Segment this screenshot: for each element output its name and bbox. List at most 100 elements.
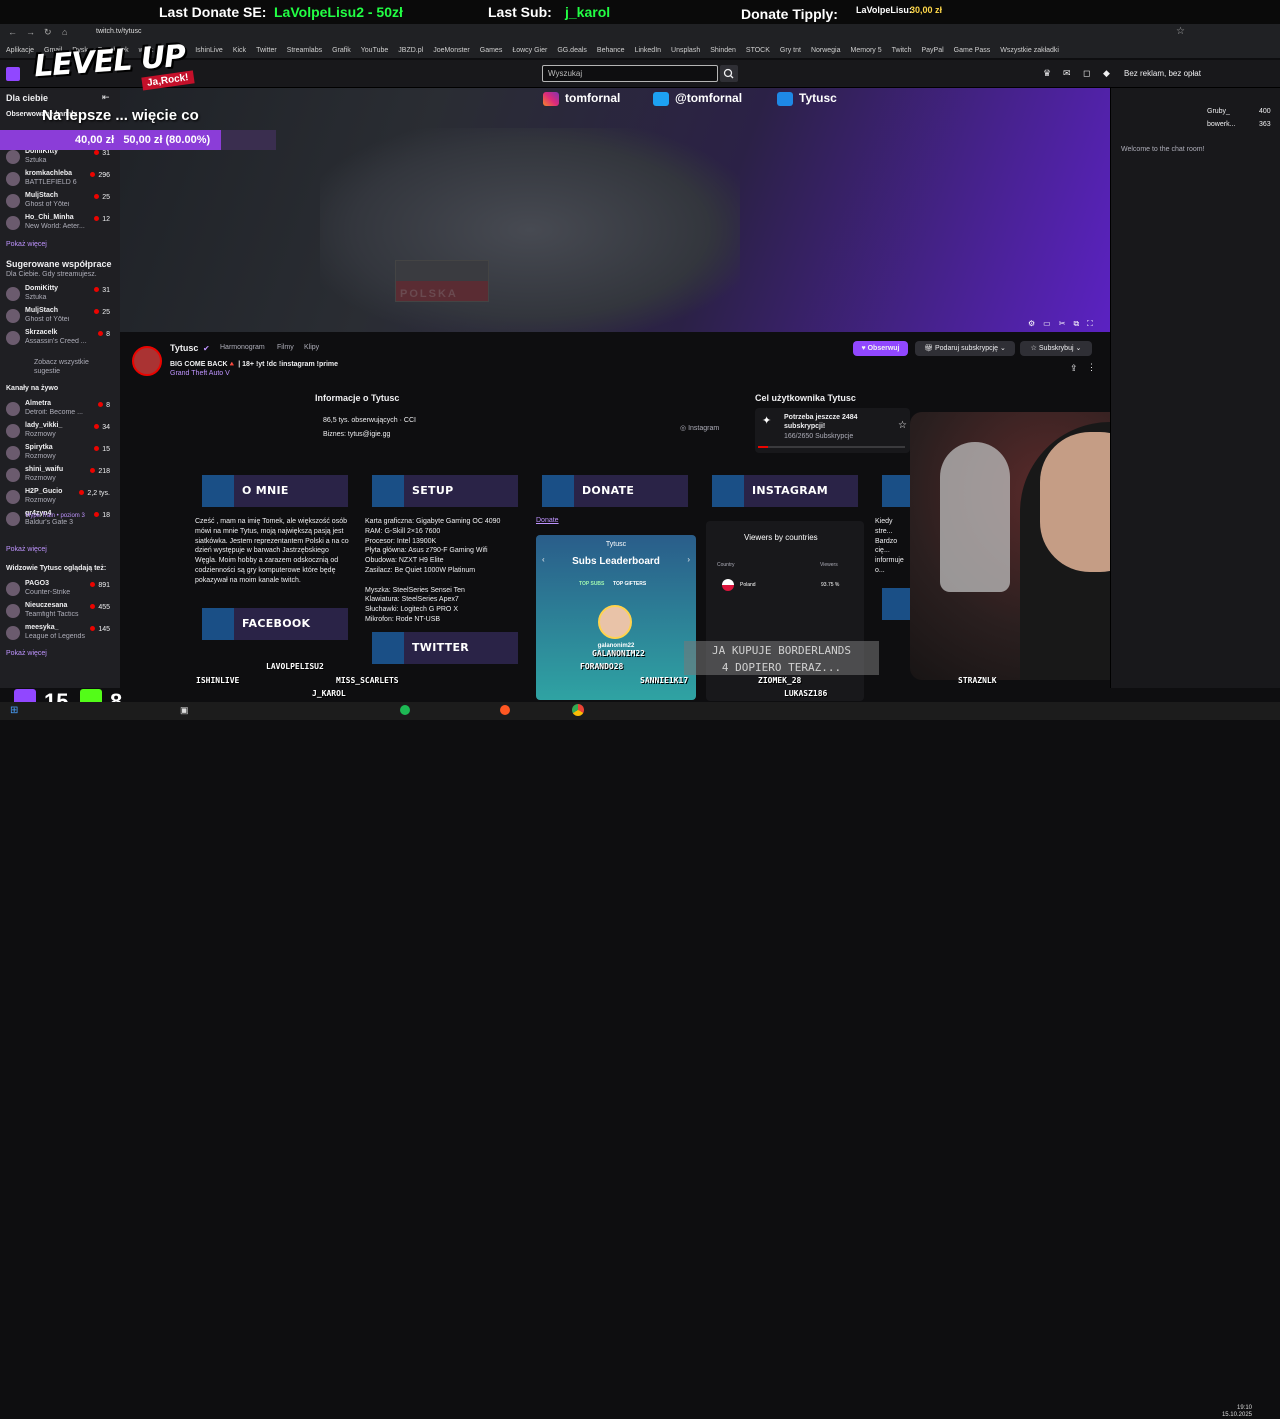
fullscreen-icon[interactable]: ⛶ [1087,319,1093,329]
bookmark-item[interactable]: GG.deals [557,47,587,54]
bookmark-item[interactable]: Games [480,47,503,54]
bookmark-item[interactable]: Unsplash [671,47,700,54]
panel-setup[interactable]: SETUP [372,475,518,507]
bookmark-item[interactable]: JBZD.pl [398,47,423,54]
panel-facebook[interactable]: FACEBOOK [202,608,348,640]
sidebar-channel-also[interactable]: meesyka_ League of Legends 145 [6,624,116,644]
search-button[interactable] [720,65,738,82]
collapse-sidebar-icon[interactable]: ⇤ [102,92,110,103]
more-options-icon[interactable]: ⋮ [1087,362,1096,373]
gift-sub-button[interactable]: 🎁︎ Podaruj subskrypcję ⌄ [915,341,1015,356]
overlay-top-bar: Last Donate SE: LaVolpeLisu2 - 50zł Last… [0,0,1280,24]
chevron-down-icon: ⌄ [1073,345,1082,352]
forward-icon[interactable]: → [26,27,35,37]
bookmark-item[interactable]: Norwegia [811,47,841,54]
reload-icon[interactable]: ↻ [44,27,52,38]
bookmark-item[interactable]: PayPal [921,47,943,54]
bookmark-item[interactable]: YouTube [361,47,389,54]
tab-videos[interactable]: Filmy [277,344,294,351]
bookmark-item[interactable]: Kick [233,47,246,54]
panel-partial[interactable] [882,475,910,507]
bookmark-item[interactable]: Twitch [892,47,912,54]
bookmark-item[interactable]: Grafik [332,47,351,54]
bookmark-item[interactable]: Aplikacje [6,47,34,54]
next-arrow-icon[interactable]: › [687,555,690,564]
show-more-also[interactable]: Pokaż więcej [6,650,47,657]
bookmark-item[interactable]: Wszystkie zakładki [1000,47,1059,54]
channel-game: Rozmowy [25,431,56,438]
bookmark-item[interactable]: Behance [597,47,625,54]
bookmark-item[interactable]: Shinden [710,47,736,54]
sidebar-channel-live[interactable]: Spirytka Rozmowy 15 [6,444,116,464]
tab-clips[interactable]: Klipy [304,344,319,351]
panel-instagram[interactable]: INSTAGRAM [712,475,858,507]
spotify-icon[interactable] [400,705,410,715]
bookmark-item[interactable]: JoeMonster [433,47,470,54]
bookmark-item[interactable]: IshinLive [195,47,223,54]
back-icon[interactable]: ← [8,27,17,37]
see-all-suggestions[interactable]: Zobacz wszystkie sugestie [34,358,104,376]
inbox-icon[interactable]: ✉ [1063,68,1071,79]
bits-icon[interactable]: ◆ [1103,68,1110,79]
show-more-following[interactable]: Pokaż więcej [6,241,47,248]
stream-category[interactable]: Grand Theft Auto V [170,370,230,377]
bookmark-item[interactable]: Memory 5 [851,47,882,54]
share-icon[interactable]: ⇪ [1070,363,1078,374]
app-icon[interactable] [500,705,510,715]
task-view-icon[interactable]: ▣ [180,705,189,716]
sidebar-channel-following[interactable]: Ho_Chi_Minha New World: Aeter... 12 [6,214,116,234]
sidebar-channel-following[interactable]: DomiKitty Sztuka 31 [6,148,116,168]
donate-link[interactable]: Donate [536,517,559,524]
settings-icon[interactable]: ⚙ [1028,319,1035,329]
prev-arrow-icon[interactable]: ‹ [542,555,545,564]
home-icon[interactable]: ⌂ [62,27,67,37]
windows-start-icon[interactable]: ⊞ [10,705,18,716]
theater-icon[interactable]: ▭ [1043,319,1051,329]
sidebar-channel-also[interactable]: PAGO3 Counter-Strike 891 [6,580,116,600]
sidebar-channel-live[interactable]: H2P_Gucio Rozmowy 2,2 tys. [6,488,116,508]
panel-twitter[interactable]: TWITTER [372,632,518,664]
sidebar-channel-live[interactable]: lady_vikki_ Rozmowy 34 [6,422,116,442]
sidebar-channel-following[interactable]: kromkachleba BATTLEFIELD 6 296 [6,170,116,190]
poland-flag-patch: POLSKA [395,260,489,302]
url-field[interactable]: twitch.tv/tytusc [96,28,142,35]
channel-avatar[interactable] [132,346,162,376]
sidebar-channel-suggested[interactable]: Skrzacelk Assassin's Creed ... 8 [6,329,116,349]
prime-icon[interactable]: ♛ [1043,68,1051,79]
panel-donate[interactable]: DONATE [542,475,688,507]
bookmark-item[interactable]: Streamlabs [287,47,322,54]
youtube-panel-icon[interactable] [882,588,910,620]
sidebar-channel-following[interactable]: MuljStach Ghost of Yōtei 25 [6,192,116,212]
bookmark-item[interactable]: Gry tnt [780,47,801,54]
sidebar-channel-also[interactable]: Nieuczesana Teamfight Tactics 455 [6,602,116,622]
top-subs-tab[interactable]: TOP SUBS [579,581,604,587]
show-more-live[interactable]: Pokaż więcej [6,546,47,553]
top-gifters-tab[interactable]: TOP GIFTERS [613,581,646,587]
sidebar-channel-live[interactable]: Almetra Detroit: Become ... 8 [6,400,116,420]
chrome-icon[interactable] [572,704,584,716]
sidebar-channel-suggested[interactable]: MuljStach Ghost of Yōtei 25 [6,307,116,327]
setup-line: Zasilacz: Be Quiet 1000W Platinum [365,566,476,574]
twitch-logo-icon[interactable] [6,67,20,81]
bookmark-item[interactable]: Game Pass [954,47,991,54]
bookmark-item[interactable]: LinkedIn [635,47,661,54]
panel-about-me[interactable]: O MNIE [202,475,348,507]
subscribe-button[interactable]: ☆ Subskrybuj ⌄ [1020,341,1092,356]
bookmark-item[interactable]: STOCK [746,47,770,54]
ad-free-button[interactable]: Bez reklam, bez opłat [1124,69,1201,78]
tab-schedule[interactable]: Harmonogram [220,344,265,351]
sidebar-channel-live[interactable]: shini_waifu Rozmowy 218 [6,466,116,486]
notifications-icon[interactable]: ◻ [1083,68,1090,79]
follow-button[interactable]: ♥ Obserwuj [853,341,908,356]
video-player[interactable]: POLSKA tomfornal @tomfornal Tytusc ⚙ ▭ ✂… [120,88,1110,332]
bookmark-star-icon[interactable]: ☆ [1176,26,1185,37]
channel-name[interactable]: Tytusc [170,343,198,353]
popout-icon[interactable]: ⧉ [1073,319,1079,329]
bookmark-item[interactable]: Twitter [256,47,277,54]
search-input[interactable]: Wyszukaj [542,65,718,82]
goal-bookmark-icon[interactable]: ☆ [898,420,907,431]
sidebar-channel-suggested[interactable]: DomiKitty Sztuka 31 [6,285,116,305]
bookmark-item[interactable]: Łowcy Gier [512,47,547,54]
instagram-link[interactable]: ◎ Instagram [680,424,719,432]
clip-icon[interactable]: ✂ [1059,319,1066,329]
